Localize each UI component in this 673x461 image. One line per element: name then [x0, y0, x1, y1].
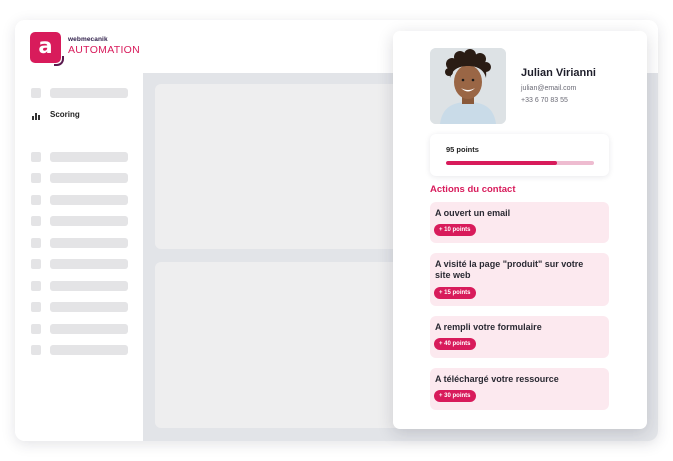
actions-title: Actions du contact: [430, 184, 516, 195]
logo-icon[interactable]: a: [30, 32, 64, 66]
sidebar-item-placeholder[interactable]: [31, 195, 131, 205]
action-text: A ouvert un email: [435, 208, 511, 218]
avatar: [430, 48, 506, 124]
action-card[interactable]: A ouvert un email + 10 points: [430, 202, 609, 243]
product-name: AUTOMATION: [68, 44, 141, 56]
sidebar-item-placeholder[interactable]: [31, 281, 131, 291]
sidebar-item-placeholder[interactable]: [31, 152, 131, 162]
contact-phone: +33 6 70 83 55: [521, 97, 568, 104]
score-progress-bar: [446, 161, 594, 165]
sidebar-item-placeholder[interactable]: [31, 173, 131, 183]
sidebar-item-placeholder[interactable]: [31, 345, 131, 355]
sidebar: Scoring: [15, 73, 143, 441]
points-badge: + 10 points: [434, 224, 476, 236]
action-card[interactable]: A visité la page "produit" sur votre sit…: [430, 253, 609, 306]
action-text: A visité la page "produit" sur votre sit…: [435, 259, 584, 280]
contact-email[interactable]: julian@email.com: [521, 85, 576, 92]
sidebar-item-placeholder[interactable]: [31, 216, 131, 226]
sidebar-item-placeholder[interactable]: [31, 238, 131, 248]
bar-chart-icon: [31, 111, 41, 121]
points-badge: + 40 points: [434, 338, 476, 350]
points-badge: + 15 points: [434, 287, 476, 299]
sidebar-item-label: Scoring: [50, 110, 80, 119]
sidebar-item-placeholder[interactable]: [31, 88, 131, 98]
sidebar-item-placeholder[interactable]: [31, 324, 131, 334]
score-label: 95 points: [446, 145, 479, 154]
score-card: 95 points: [430, 134, 609, 176]
contact-photo: [430, 48, 506, 124]
points-badge: + 30 points: [434, 390, 476, 402]
brand-name: webmecanik: [68, 36, 108, 43]
action-text: A téléchargé votre ressource: [435, 374, 559, 384]
sidebar-item-placeholder[interactable]: [31, 302, 131, 312]
action-card[interactable]: A téléchargé votre ressource + 30 points: [430, 368, 609, 410]
action-card[interactable]: A rempli votre formulaire + 40 points: [430, 316, 609, 358]
sidebar-item-placeholder[interactable]: [31, 259, 131, 269]
contact-name: Julian Virianni: [521, 67, 596, 79]
contact-panel: Julian Virianni julian@email.com +33 6 7…: [393, 31, 647, 429]
action-text: A rempli votre formulaire: [435, 322, 542, 332]
score-progress-fill: [446, 161, 557, 165]
sidebar-item-scoring[interactable]: Scoring: [31, 110, 131, 121]
